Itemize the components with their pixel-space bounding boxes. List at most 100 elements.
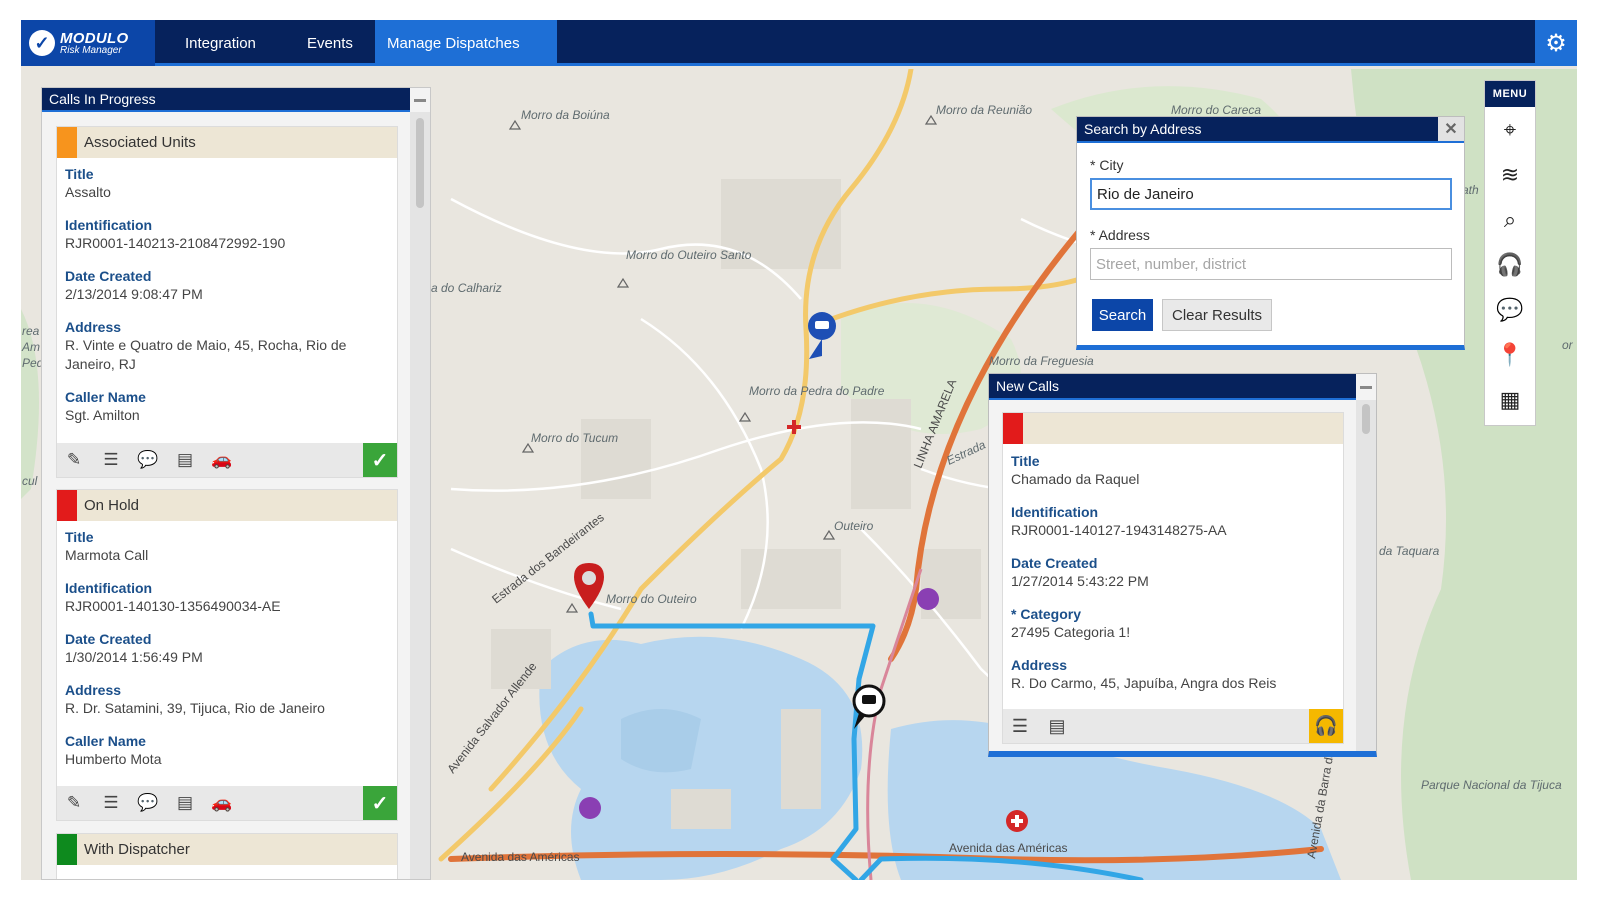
minimize-icon[interactable] (411, 95, 429, 105)
new-calls-scrollbar[interactable] (1356, 400, 1376, 751)
vehicle-icon[interactable]: 🚗 (211, 792, 233, 814)
address-input[interactable] (1090, 248, 1452, 280)
map-road-label: Avenida das Américas (461, 850, 580, 864)
document-icon[interactable]: ▤ (174, 449, 196, 471)
new-calls-panel: New Calls Title Chamado da Raquel Identi… (988, 373, 1377, 757)
status-color-square (57, 490, 77, 521)
list-icon[interactable]: ☰ (100, 792, 122, 814)
field-value: R. Dr. Satamini, 39, Tijuca, Rio de Jane… (65, 700, 325, 716)
field-value: Assalto (65, 184, 111, 200)
call-field: Date Created 1/27/2014 5:43:22 PM (1003, 554, 1343, 591)
call-field: Identification RJR0001-140213-2108472992… (57, 216, 397, 253)
minimize-icon[interactable] (1357, 382, 1375, 392)
clear-results-button[interactable]: Clear Results (1162, 299, 1272, 331)
status-color-square (1003, 413, 1023, 444)
new-call-card[interactable]: Title Chamado da Raquel Identification R… (1002, 412, 1344, 744)
logo-brand: MODULO (60, 29, 129, 47)
call-card-status: Associated Units (57, 127, 397, 158)
call-field: Address R. Dr. Satamini, 39, Tijuca, Rio… (57, 681, 397, 718)
field-label: Address (65, 319, 122, 335)
confirm-check-icon[interactable]: ✓ (363, 443, 397, 477)
call-field: Identification RJR0001-140127-1943148275… (1003, 503, 1343, 540)
city-input[interactable] (1090, 178, 1452, 210)
call-field: * Category 27495 Categoria 1! (1003, 605, 1343, 642)
map-label: Morro da Freguesia (989, 354, 1094, 368)
call-card-status: With Dispatcher (57, 834, 397, 865)
chat-icon[interactable]: 💬 (1485, 287, 1535, 332)
calls-scrollbar[interactable] (410, 112, 430, 879)
call-card-actions: ✎ ☰ 💬 ▤ 🚗 ✓ (57, 443, 397, 477)
map-label: Morro da Pedra do Padre (749, 384, 885, 398)
field-label: Title (65, 529, 94, 545)
new-calls-title: New Calls (996, 378, 1060, 394)
new-call-actions: ☰ ▤ 🎧 (1003, 709, 1343, 743)
map-search-icon[interactable]: ⌕ (1485, 197, 1535, 242)
call-field: Identification RJR0001-140130-1356490034… (57, 579, 397, 616)
top-navigation-bar: ✓ MODULO Risk Manager Integration Events… (21, 20, 1577, 66)
field-label: Address (65, 682, 122, 698)
settings-gear-icon[interactable]: ⚙ (1535, 20, 1577, 66)
comment-icon[interactable]: 💬 (137, 792, 159, 814)
menu-icon[interactable]: ☰ (1009, 715, 1031, 737)
map-label: Parque Nacional da Tijuca (1421, 778, 1562, 792)
field-label: * Category (1011, 606, 1082, 622)
map-label: Morro da Reunião (936, 103, 1032, 117)
calls-panel-title: Calls In Progress (49, 91, 156, 107)
field-value: 1/30/2014 1:56:49 PM (65, 649, 203, 665)
search-by-address-panel: Search by Address ✕ * City * Address Sea… (1076, 116, 1465, 350)
location-device-icon[interactable]: 📍 (1485, 332, 1535, 377)
field-label: Date Created (65, 631, 152, 647)
map-road-label: Avenida das Américas (949, 841, 1068, 855)
call-field: Address R. Vinte e Quatro de Maio, 45, R… (57, 318, 397, 374)
nav-manage-dispatches[interactable]: Manage Dispatches (375, 20, 557, 66)
map-label: Morro do Outeiro Santo (626, 248, 752, 262)
call-field: Date Created 2/13/2014 9:08:47 PM (57, 267, 397, 304)
field-value: RJR0001-140130-1356490034-AE (65, 598, 281, 614)
map-label: Morro do Tucum (531, 431, 618, 445)
call-status-label: With Dispatcher (84, 841, 190, 858)
field-label: Identification (65, 580, 153, 596)
call-field: Date Created 1/30/2014 1:56:49 PM (57, 630, 397, 667)
nav-events[interactable]: Events (295, 20, 365, 66)
confirm-check-icon[interactable]: ✓ (363, 786, 397, 820)
document-icon[interactable]: ▤ (1046, 715, 1068, 737)
grid-icon[interactable]: ▦ (1485, 377, 1535, 422)
document-icon[interactable]: ▤ (174, 792, 196, 814)
call-field: Title Chamado da Raquel (1003, 452, 1343, 489)
call-card[interactable]: Associated Units Title Assalto Identific… (56, 126, 398, 478)
calls-panel-header: Calls In Progress (42, 88, 410, 112)
nav-integration[interactable]: Integration (173, 20, 268, 66)
map-label: Outeiro (834, 519, 874, 533)
edit-icon[interactable]: ✎ (63, 449, 85, 471)
comment-icon[interactable]: 💬 (137, 449, 159, 471)
call-field: Caller Name Humberto Mota (57, 732, 397, 769)
map-label: or (1562, 338, 1574, 352)
field-label: Identification (65, 217, 153, 233)
call-field: Caller Name Sgt. Amilton (57, 388, 397, 425)
field-label: Caller Name (65, 733, 146, 749)
call-status-label: On Hold (84, 497, 140, 514)
call-card[interactable]: With Dispatcher (56, 833, 398, 879)
right-side-menu: MENU ⌖ ≋ ⌕ 🎧 💬 📍 ▦ (1484, 80, 1536, 426)
headset-icon[interactable]: 🎧 (1485, 242, 1535, 287)
field-label: Address (1011, 657, 1068, 673)
call-card-status: On Hold (57, 490, 397, 521)
call-field: Address R. Do Carmo, 45, Japuíba, Angra … (1003, 656, 1343, 693)
close-icon[interactable]: ✕ (1438, 117, 1464, 141)
search-button[interactable]: Search (1092, 299, 1153, 331)
headset-icon[interactable]: 🎧 (1309, 709, 1343, 743)
status-color-square (57, 127, 77, 158)
field-value: Chamado da Raquel (1011, 471, 1140, 487)
vehicle-icon[interactable]: 🚗 (211, 449, 233, 471)
list-icon[interactable]: ☰ (100, 449, 122, 471)
call-card[interactable]: On Hold Title Marmota Call Identificatio… (56, 489, 398, 821)
map-pin-icon[interactable]: ⌖ (1485, 107, 1535, 152)
map-label: a do Calhariz (431, 281, 502, 295)
edit-icon[interactable]: ✎ (63, 792, 85, 814)
field-value: Marmota Call (65, 547, 149, 563)
layers-icon[interactable]: ≋ (1485, 152, 1535, 197)
app-logo[interactable]: ✓ MODULO Risk Manager (21, 20, 155, 66)
field-label: Caller Name (65, 389, 146, 405)
menu-title: MENU (1485, 81, 1535, 107)
field-value: Humberto Mota (65, 751, 162, 767)
